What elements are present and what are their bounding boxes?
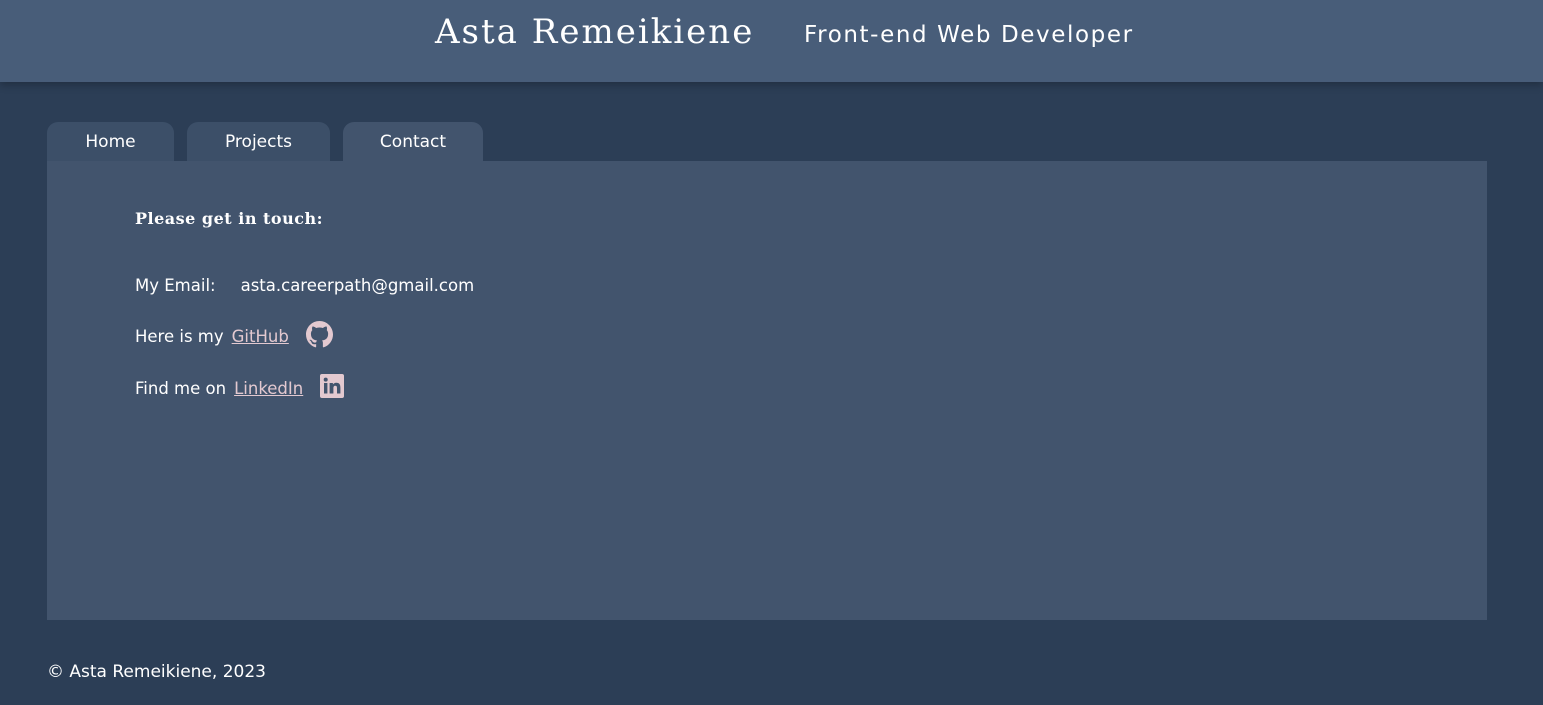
linkedin-prefix: Find me on	[135, 378, 227, 398]
footer-copyright: © Asta Remeikiene, 2023	[47, 662, 266, 682]
site-header: Asta Remeikiene Front-end Web Developer	[0, 0, 1543, 82]
email-value: asta.careerpath@gmail.com	[240, 276, 475, 295]
site-title: Asta Remeikiene	[435, 12, 755, 52]
github-link[interactable]: GitHub	[232, 327, 289, 346]
tab-projects[interactable]: Projects	[187, 122, 330, 161]
linkedin-link[interactable]: LinkedIn	[234, 379, 303, 398]
linkedin-icon[interactable]	[320, 374, 345, 402]
contact-heading: Please get in touch:	[135, 209, 323, 228]
email-label: My Email:	[135, 276, 216, 295]
github-prefix: Here is my	[135, 327, 224, 346]
tab-home[interactable]: Home	[47, 122, 174, 161]
github-icon[interactable]	[305, 321, 333, 352]
linkedin-row: Find me on LinkedIn	[135, 374, 345, 402]
github-row: Here is my GitHub	[135, 321, 333, 352]
contact-panel: Please get in touch: My Email: asta.care…	[47, 161, 1487, 620]
site-subtitle: Front-end Web Developer	[804, 22, 1134, 48]
tab-contact[interactable]: Contact	[343, 122, 483, 161]
email-row: My Email: asta.careerpath@gmail.com	[135, 276, 474, 295]
